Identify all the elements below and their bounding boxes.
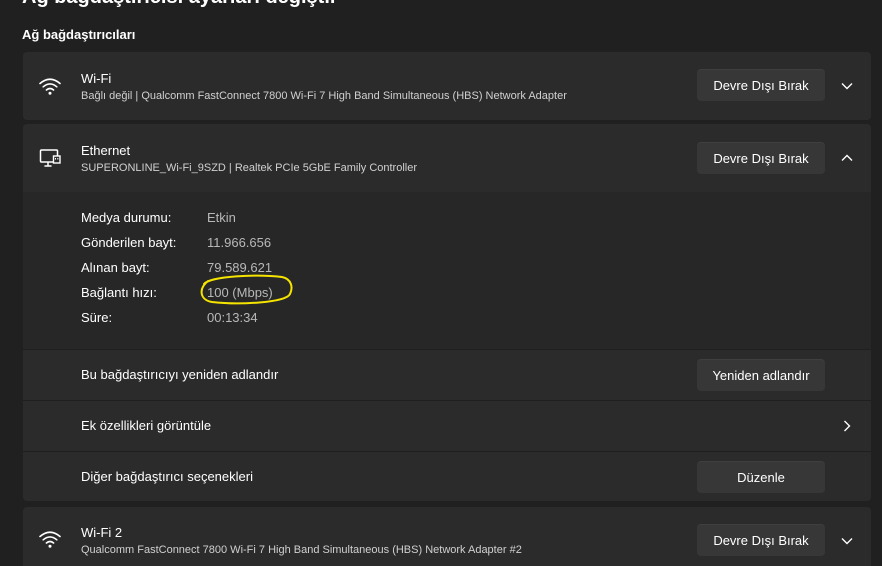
adapter-subtitle: Bağlı değil | Qualcomm FastConnect 7800 …: [81, 90, 567, 102]
section-title: Ağ bağdaştırıcıları: [22, 27, 136, 42]
page-title-cut: Ağ bağdaştırıcısı ayarları değiştir: [22, 0, 338, 9]
adapter-header-ethernet[interactable]: Ethernet SUPERONLINE_Wi-Fi_9SZD | Realte…: [23, 124, 871, 192]
detail-value: Etkin: [207, 210, 236, 225]
detail-value: 79.589.621: [207, 260, 273, 275]
detail-label: Alınan bayt:: [81, 260, 150, 275]
more-options-label: Diğer bağdaştırıcı seçenekleri: [81, 469, 253, 484]
disable-button[interactable]: Devre Dışı Bırak: [697, 524, 825, 556]
highlight-circle-annotation: [200, 274, 293, 305]
edit-button[interactable]: Düzenle: [697, 461, 825, 493]
adapter-name: Wi-Fi: [81, 71, 112, 86]
wifi-icon: [39, 531, 61, 548]
detail-value: 11.966.656: [207, 235, 272, 250]
adapter-card-wifi2[interactable]: Wi-Fi 2 Qualcomm FastConnect 7800 Wi-Fi …: [23, 507, 871, 566]
rename-label: Bu bağdaştırıcıyı yeniden adlandır: [81, 367, 279, 382]
network-adapters-page: Ağ bağdaştırıcısı ayarları değiştir Ağ b…: [0, 0, 882, 566]
chevron-down-icon[interactable]: [836, 75, 858, 97]
adapter-card-wifi[interactable]: Wi-Fi Bağlı değil | Qualcomm FastConnect…: [23, 52, 871, 120]
disable-button[interactable]: Devre Dışı Bırak: [697, 142, 825, 174]
detail-label: Gönderilen bayt:: [81, 235, 177, 250]
wifi-icon: [39, 78, 61, 95]
rename-adapter-row: Bu bağdaştırıcıyı yeniden adlandır Yenid…: [23, 349, 871, 400]
detail-value: 00:13:34: [207, 310, 258, 325]
adapter-subtitle: SUPERONLINE_Wi-Fi_9SZD | Realtek PCIe 5G…: [81, 162, 418, 174]
adapter-subtitle: Qualcomm FastConnect 7800 Wi-Fi 7 High B…: [81, 544, 522, 556]
detail-label: Medya durumu:: [81, 210, 172, 225]
adapter-name: Wi-Fi 2: [81, 525, 123, 540]
detail-label: Bağlantı hızı:: [81, 285, 157, 300]
detail-label: Süre:: [81, 310, 113, 325]
chevron-down-icon[interactable]: [836, 530, 858, 552]
ethernet-monitor-icon: [39, 149, 61, 167]
rename-button[interactable]: Yeniden adlandır: [697, 359, 825, 391]
chevron-up-icon[interactable]: [836, 147, 858, 169]
adapter-details: Medya durumu: Etkin Gönderilen bayt: 11.…: [23, 192, 871, 349]
adapter-name: Ethernet: [81, 143, 131, 158]
more-options-row: Diğer bağdaştırıcı seçenekleri Düzenle: [23, 451, 871, 502]
disable-button[interactable]: Devre Dışı Bırak: [697, 69, 825, 101]
properties-label: Ek özellikleri görüntüle: [81, 418, 212, 433]
adapter-header-wifi2[interactable]: Wi-Fi 2 Qualcomm FastConnect 7800 Wi-Fi …: [23, 507, 871, 566]
view-properties-row[interactable]: Ek özellikleri görüntüle: [23, 400, 871, 451]
chevron-right-icon[interactable]: [836, 415, 858, 437]
adapter-header-wifi[interactable]: Wi-Fi Bağlı değil | Qualcomm FastConnect…: [23, 52, 871, 120]
adapter-card-ethernet: Ethernet SUPERONLINE_Wi-Fi_9SZD | Realte…: [23, 124, 871, 501]
